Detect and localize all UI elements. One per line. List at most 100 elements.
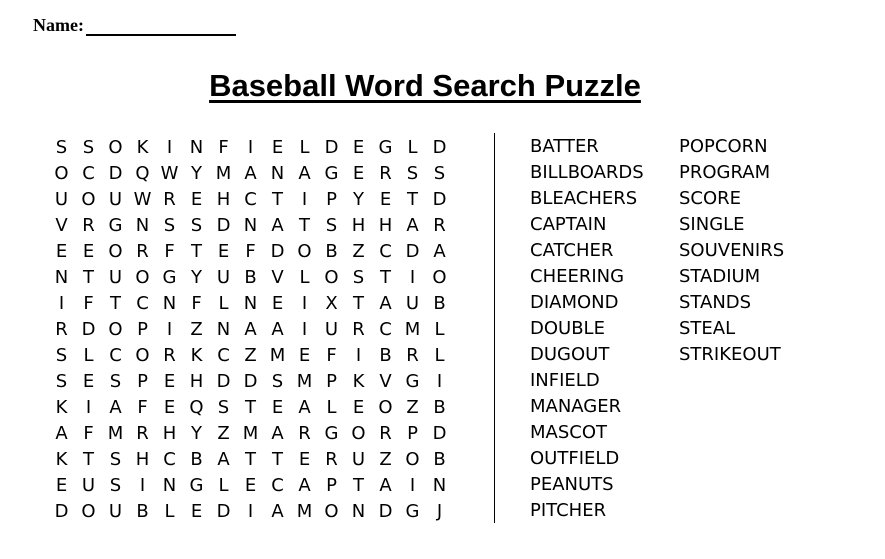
grid-letter[interactable]: D: [264, 241, 291, 262]
grid-letter[interactable]: E: [156, 371, 183, 392]
grid-letter[interactable]: O: [129, 267, 156, 288]
grid-letter[interactable]: A: [264, 423, 291, 444]
grid-letter[interactable]: R: [426, 215, 453, 236]
grid-letter[interactable]: A: [426, 241, 453, 262]
grid-letter[interactable]: L: [156, 501, 183, 522]
grid-letter[interactable]: D: [102, 163, 129, 184]
grid-letter[interactable]: B: [426, 397, 453, 418]
grid-letter[interactable]: A: [264, 319, 291, 340]
grid-letter[interactable]: O: [399, 449, 426, 470]
grid-letter[interactable]: I: [75, 397, 102, 418]
grid-letter[interactable]: K: [183, 345, 210, 366]
grid-letter[interactable]: A: [372, 475, 399, 496]
grid-letter[interactable]: S: [156, 215, 183, 236]
grid-letter[interactable]: R: [48, 319, 75, 340]
grid-letter[interactable]: E: [291, 345, 318, 366]
grid-letter[interactable]: R: [345, 319, 372, 340]
grid-letter[interactable]: R: [156, 345, 183, 366]
grid-letter[interactable]: M: [264, 345, 291, 366]
grid-letter[interactable]: E: [264, 293, 291, 314]
grid-letter[interactable]: T: [345, 293, 372, 314]
grid-letter[interactable]: D: [75, 319, 102, 340]
grid-letter[interactable]: U: [102, 501, 129, 522]
grid-letter[interactable]: G: [156, 267, 183, 288]
grid-letter[interactable]: U: [210, 267, 237, 288]
grid-letter[interactable]: Z: [399, 397, 426, 418]
grid-letter[interactable]: D: [426, 137, 453, 158]
grid-letter[interactable]: E: [75, 371, 102, 392]
grid-letter[interactable]: G: [318, 423, 345, 444]
grid-letter[interactable]: O: [48, 163, 75, 184]
grid-letter[interactable]: D: [426, 423, 453, 444]
grid-letter[interactable]: F: [75, 293, 102, 314]
grid-letter[interactable]: T: [75, 449, 102, 470]
grid-letter[interactable]: S: [345, 267, 372, 288]
grid-letter[interactable]: U: [318, 319, 345, 340]
grid-letter[interactable]: E: [264, 137, 291, 158]
grid-letter[interactable]: O: [75, 189, 102, 210]
grid-letter[interactable]: I: [237, 137, 264, 158]
grid-letter[interactable]: D: [210, 371, 237, 392]
grid-letter[interactable]: U: [48, 189, 75, 210]
grid-letter[interactable]: G: [399, 371, 426, 392]
grid-letter[interactable]: H: [183, 371, 210, 392]
grid-letter[interactable]: A: [264, 215, 291, 236]
grid-letter[interactable]: D: [426, 189, 453, 210]
grid-letter[interactable]: T: [183, 241, 210, 262]
grid-letter[interactable]: R: [372, 423, 399, 444]
grid-letter[interactable]: Z: [345, 241, 372, 262]
grid-letter[interactable]: U: [102, 189, 129, 210]
grid-letter[interactable]: M: [102, 423, 129, 444]
grid-letter[interactable]: E: [183, 501, 210, 522]
grid-letter[interactable]: I: [426, 371, 453, 392]
grid-letter[interactable]: B: [426, 449, 453, 470]
grid-letter[interactable]: L: [75, 345, 102, 366]
grid-letter[interactable]: I: [129, 475, 156, 496]
grid-letter[interactable]: P: [318, 475, 345, 496]
grid-letter[interactable]: R: [156, 189, 183, 210]
grid-letter[interactable]: S: [48, 371, 75, 392]
grid-letter[interactable]: A: [399, 215, 426, 236]
grid-letter[interactable]: L: [291, 267, 318, 288]
grid-letter[interactable]: Y: [345, 189, 372, 210]
grid-letter[interactable]: H: [129, 449, 156, 470]
grid-letter[interactable]: R: [75, 215, 102, 236]
grid-letter[interactable]: S: [48, 137, 75, 158]
grid-letter[interactable]: A: [102, 397, 129, 418]
grid-letter[interactable]: P: [129, 371, 156, 392]
grid-letter[interactable]: N: [48, 267, 75, 288]
grid-letter[interactable]: T: [345, 475, 372, 496]
grid-letter[interactable]: C: [75, 163, 102, 184]
grid-letter[interactable]: A: [291, 397, 318, 418]
grid-letter[interactable]: G: [102, 215, 129, 236]
grid-letter[interactable]: A: [291, 163, 318, 184]
grid-letter[interactable]: H: [156, 423, 183, 444]
grid-letter[interactable]: T: [264, 189, 291, 210]
grid-letter[interactable]: L: [210, 475, 237, 496]
grid-letter[interactable]: C: [129, 293, 156, 314]
grid-letter[interactable]: O: [102, 319, 129, 340]
grid-letter[interactable]: X: [318, 293, 345, 314]
grid-letter[interactable]: B: [183, 449, 210, 470]
grid-letter[interactable]: S: [75, 137, 102, 158]
grid-letter[interactable]: Q: [129, 163, 156, 184]
grid-letter[interactable]: K: [48, 449, 75, 470]
grid-letter[interactable]: I: [48, 293, 75, 314]
grid-letter[interactable]: M: [210, 163, 237, 184]
grid-letter[interactable]: C: [372, 319, 399, 340]
grid-letter[interactable]: P: [318, 371, 345, 392]
grid-letter[interactable]: N: [237, 215, 264, 236]
grid-letter[interactable]: Z: [237, 345, 264, 366]
grid-letter[interactable]: F: [75, 423, 102, 444]
grid-letter[interactable]: F: [318, 345, 345, 366]
grid-letter[interactable]: S: [210, 397, 237, 418]
grid-letter[interactable]: E: [345, 137, 372, 158]
grid-letter[interactable]: I: [237, 501, 264, 522]
grid-letter[interactable]: A: [237, 163, 264, 184]
grid-letter[interactable]: R: [318, 449, 345, 470]
grid-letter[interactable]: D: [210, 501, 237, 522]
grid-letter[interactable]: N: [156, 475, 183, 496]
grid-letter[interactable]: O: [372, 397, 399, 418]
grid-letter[interactable]: Z: [372, 449, 399, 470]
grid-letter[interactable]: S: [102, 371, 129, 392]
